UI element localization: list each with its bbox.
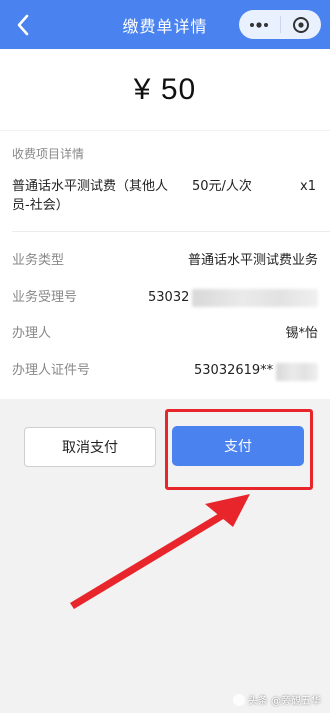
highlight-annotation (165, 409, 313, 490)
row-acceptance-number: 业务受理号 53032 (12, 288, 318, 308)
row-label: 业务受理号 (12, 290, 78, 305)
mini-program-capsule (239, 10, 321, 39)
row-label: 办理人证件号 (12, 363, 91, 378)
watermark-text: 头条 @旁観五华 (247, 696, 321, 707)
redacted-block (192, 289, 318, 307)
fee-item-price: 50元/人次 (192, 179, 252, 194)
section-title: 收费项目详情 (12, 147, 85, 161)
row-value: 53032 (148, 290, 190, 305)
row-handler-id: 办理人证件号 53032619** (12, 361, 318, 381)
back-button[interactable] (10, 12, 36, 38)
row-value: 53032619** (194, 363, 274, 378)
close-mini-program-button[interactable] (280, 10, 321, 39)
row-value: 普通话水平测试费业务 (187, 253, 318, 268)
row-label: 办理人 (12, 326, 52, 341)
amount-card: ¥ 50 (0, 49, 330, 130)
fee-item-qty: x1 (300, 179, 316, 194)
redacted-block (276, 363, 318, 381)
action-bar: 取消支付 支付 (0, 399, 330, 519)
cancel-payment-button[interactable]: 取消支付 (24, 427, 156, 467)
row-business-type: 业务类型 普通话水平测试费业务 (12, 251, 318, 271)
arrow-shaft (70, 509, 230, 609)
title-bar: 缴费单详情 (0, 0, 330, 49)
divider (12, 231, 330, 232)
fee-item-name: 普通话水平测试费（其他人员-社会） (12, 179, 169, 213)
target-circle-icon (292, 16, 309, 33)
chevron-left-icon (17, 14, 29, 36)
payment-amount: ¥ 50 (133, 72, 197, 106)
row-value: 锡*怡 (285, 326, 318, 341)
more-dots-icon (250, 21, 269, 28)
page-title: 缴费单详情 (122, 16, 208, 36)
row-label: 业务类型 (12, 253, 65, 268)
watermark-logo-icon (232, 693, 245, 706)
detail-card: 收费项目详情 普通话水平测试费（其他人员-社会） 50元/人次 x1 业务类型 … (0, 131, 330, 399)
row-handler: 办理人 锡*怡 (12, 324, 318, 344)
watermark: 头条 @旁観五华 (232, 692, 321, 707)
more-button[interactable] (239, 10, 280, 39)
